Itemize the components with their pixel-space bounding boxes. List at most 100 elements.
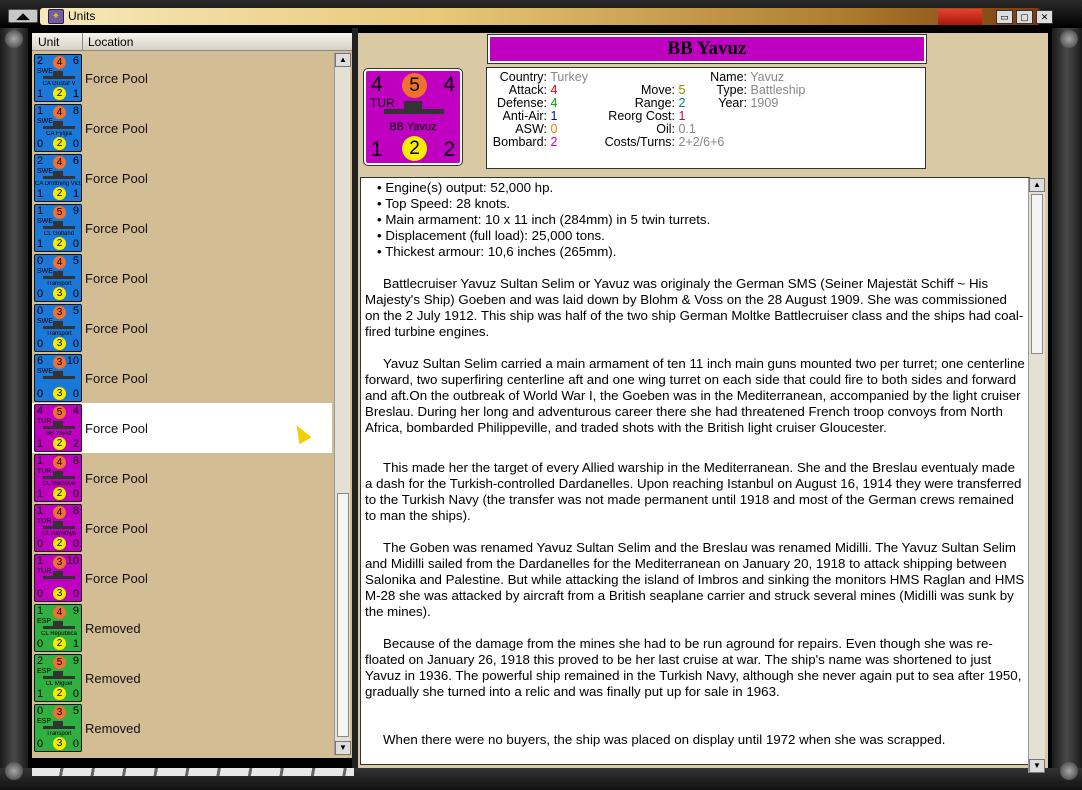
counter-nation: TUR (370, 96, 395, 110)
counter-bottom-left: 0 (37, 538, 44, 550)
unit-list: 2 4 6 SWE CA Gustaf V 1 2 1 Force Pool 1 4 8 SWE CA F… (32, 53, 332, 753)
unit-row[interactable]: 0 4 5 SWE Transport 0 3 0 Force Pool (32, 253, 332, 303)
counter-top-left: 1 (37, 505, 44, 517)
ship-silhouette-icon (43, 421, 75, 429)
counter-nation: TUR (37, 468, 52, 475)
frame-knob-icon (1060, 762, 1078, 780)
stat-label: Attack: (508, 83, 547, 97)
counter-bottom-left: 0 (37, 638, 44, 650)
ship-silhouette-icon (43, 371, 75, 379)
counter-top-right: 9 (72, 655, 79, 667)
unit-row[interactable]: 4 5 4 TUR BB Yavuz 1 2 2 Force Pool (32, 403, 332, 453)
description-paragraph: Yavuz Sultan Selim carried a main armame… (365, 356, 1025, 435)
counter-bottom-left: 1 (37, 488, 44, 500)
unit-row[interactable]: 1 4 9 ESP CL Republica 0 2 1 Removed (32, 603, 332, 653)
counter-attack: 3 (53, 706, 66, 719)
unit-row[interactable]: 0 3 5 ESP Transport 0 3 0 Removed (32, 703, 332, 753)
list-tabs[interactable] (32, 768, 354, 776)
unit-row[interactable]: 1 4 8 TUR CL Mecidiye 1 2 0 Force Pool (32, 453, 332, 503)
spec-item: Main armament: 10 x 11 inch (284mm) in 5… (377, 212, 710, 228)
description-scrollbar[interactable]: ▲ ▼ (1028, 178, 1045, 773)
unit-location: Force Pool (85, 321, 148, 336)
counter-nation: ESP (37, 618, 52, 625)
stat-move: 5 (678, 83, 686, 97)
minimize-icon[interactable]: ▭ (996, 10, 1013, 24)
counter-defense: 3 (53, 587, 66, 600)
window-frame-right (1052, 28, 1082, 768)
ship-silhouette-icon (43, 671, 75, 679)
stat-label: Name: (710, 70, 747, 84)
scroll-thumb[interactable] (1031, 194, 1043, 354)
counter-top-left: 0 (37, 255, 44, 267)
window-frame-left (0, 28, 28, 768)
scroll-up-icon[interactable]: ▲ (1029, 178, 1045, 192)
frame-knob-icon (1060, 30, 1078, 48)
counter-top-left: 2 (37, 655, 44, 667)
column-header-location[interactable]: Location (88, 35, 133, 49)
unit-row[interactable]: 2 4 6 SWE CA Gustaf V 1 2 1 Force Pool (32, 53, 332, 103)
spec-item: Top Speed: 28 knots. (377, 196, 710, 212)
list-header: Unit Location (32, 33, 352, 51)
counter-bottom-right: 1 (72, 188, 79, 200)
counter-bottom-right: 0 (72, 538, 79, 550)
counter-defense: 2 (53, 687, 66, 700)
counter-attack: 5 (402, 73, 427, 98)
counter-defense: 2 (402, 136, 427, 161)
unit-row[interactable]: 1 4 8 TUR CL Hamidiye 0 2 0 Force Pool (32, 503, 332, 553)
counter-nation: SWE (37, 168, 53, 175)
scroll-thumb[interactable] (337, 493, 349, 737)
system-menu-button[interactable]: ◢◣ (8, 9, 38, 23)
app-shield-icon: ✦ (48, 9, 64, 24)
unit-row[interactable]: 6 3 10 SWE 0 3 0 Force Pool (32, 353, 332, 403)
column-header-unit[interactable]: Unit (38, 35, 59, 49)
counter-top-right: 8 (72, 105, 79, 117)
counter-bottom-left: 0 (37, 338, 44, 350)
counter-top-left: 2 (37, 55, 44, 67)
unit-row[interactable]: 1 4 8 SWE CA Fylgia 0 2 0 Force Pool (32, 103, 332, 153)
column-separator[interactable] (82, 33, 83, 51)
spec-list: Engine(s) output: 52,000 hp. Top Speed: … (377, 180, 710, 260)
counter-attack: 4 (53, 606, 66, 619)
close-icon[interactable]: ✕ (1036, 10, 1053, 24)
counter-bottom-right: 0 (72, 138, 79, 150)
scroll-down-icon[interactable]: ▼ (335, 741, 351, 755)
unit-row[interactable]: 1 3 10 TUR 0 3 0 Force Pool (32, 553, 332, 603)
scroll-down-icon[interactable]: ▼ (1029, 759, 1045, 773)
counter-bottom-right: 0 (72, 738, 79, 750)
counter-defense: 2 (53, 237, 66, 250)
scroll-up-icon[interactable]: ▲ (335, 53, 351, 67)
unit-row[interactable]: 246SWECA Drottning Victoria121Force Pool (32, 153, 332, 203)
stat-label: Country: (499, 70, 547, 84)
counter-nation: SWE (37, 268, 53, 275)
unit-row[interactable]: 2 5 9 ESP CL Miguel 1 2 0 Removed (32, 653, 332, 703)
ship-silhouette-icon (384, 101, 444, 114)
stat-country: Turkey (550, 70, 588, 84)
unit-counter: 1 5 9 SWE CL Gotland 1 2 0 (34, 204, 82, 252)
counter-defense: 2 (53, 437, 66, 450)
unit-row[interactable]: 0 3 5 SWE Transport 0 3 0 Force Pool (32, 303, 332, 353)
counter-nation: ESP (37, 718, 52, 725)
unit-description: Engine(s) output: 52,000 hp. Top Speed: … (360, 177, 1030, 765)
counter-bottom-right: 0 (72, 488, 79, 500)
unit-row[interactable]: 1 5 9 SWE CL Gotland 1 2 0 Force Pool (32, 203, 332, 253)
unit-location: Removed (85, 671, 141, 686)
unit-location: Removed (85, 621, 141, 636)
counter-top-left: 0 (37, 705, 44, 717)
maximize-icon[interactable]: ▢ (1016, 10, 1033, 24)
list-scrollbar[interactable]: ▲ ▼ (334, 53, 351, 755)
ship-silhouette-icon (43, 471, 75, 479)
description-paragraph: The Goben was renamed Yavuz Sultan Selim… (365, 540, 1025, 619)
counter-bottom-left: 0 (37, 738, 44, 750)
counter-bottom-left: 1 (371, 138, 383, 161)
unit-list-panel: Unit Location 2 4 6 SWE CA Gustaf V 1 2 1 Force … (32, 33, 352, 758)
stat-oil: 0.1 (678, 122, 696, 136)
counter-top-left: 4 (37, 405, 44, 417)
ship-silhouette-icon (43, 571, 75, 579)
spec-item: Displacement (full load): 25,000 tons. (377, 228, 710, 244)
counter-defense: 3 (53, 287, 66, 300)
description-paragraph: Battlecruiser Yavuz Sultan Selim or Yavu… (365, 276, 1024, 339)
counter-nation: SWE (37, 118, 53, 125)
ship-silhouette-icon (43, 321, 75, 329)
counter-nation: TUR (37, 418, 52, 425)
counter-top-right: 5 (72, 255, 79, 267)
